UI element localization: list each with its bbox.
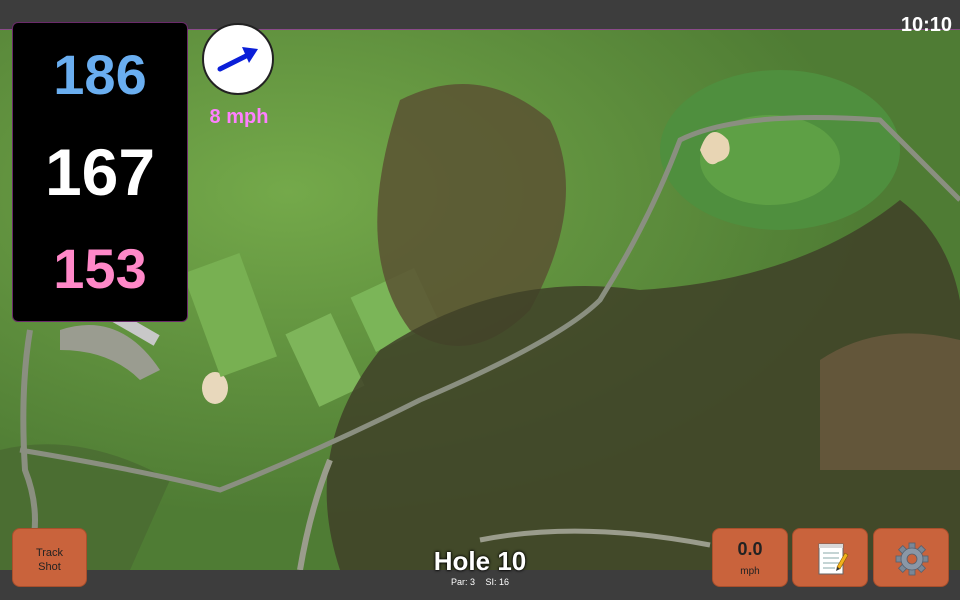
distance-panel: 186 167 153 — [12, 22, 188, 322]
arrow-icon — [217, 47, 258, 72]
speed-unit: mph — [740, 566, 760, 577]
track-shot-button[interactable]: Track Shot — [12, 528, 87, 587]
notepad-icon — [793, 529, 867, 586]
distance-front: 153 — [53, 237, 147, 300]
screen: 10:10 186 167 153 8 mph Track Shot Hole … — [0, 0, 960, 600]
hole-stroke-index: SI: 16 — [485, 577, 510, 587]
clock: 10:10 — [900, 14, 952, 36]
speed-button[interactable]: 0.0 mph — [712, 528, 788, 587]
speed-value: 0.0 — [737, 539, 763, 559]
notes-button[interactable] — [792, 528, 868, 587]
hole-par: Par: 3 — [450, 577, 475, 587]
track-shot-label: Track Shot — [35, 547, 64, 573]
distance-back: 186 — [53, 43, 147, 106]
hole-info: Par: 3 SI: 16 — [380, 577, 580, 587]
distance-center: 167 — [44, 135, 156, 209]
hole-title: Hole 10 — [433, 546, 527, 576]
wind-direction-indicator — [202, 23, 274, 95]
settings-button[interactable] — [873, 528, 949, 587]
wind-speed: 8 mph — [209, 106, 269, 128]
gear-icon — [874, 529, 948, 586]
